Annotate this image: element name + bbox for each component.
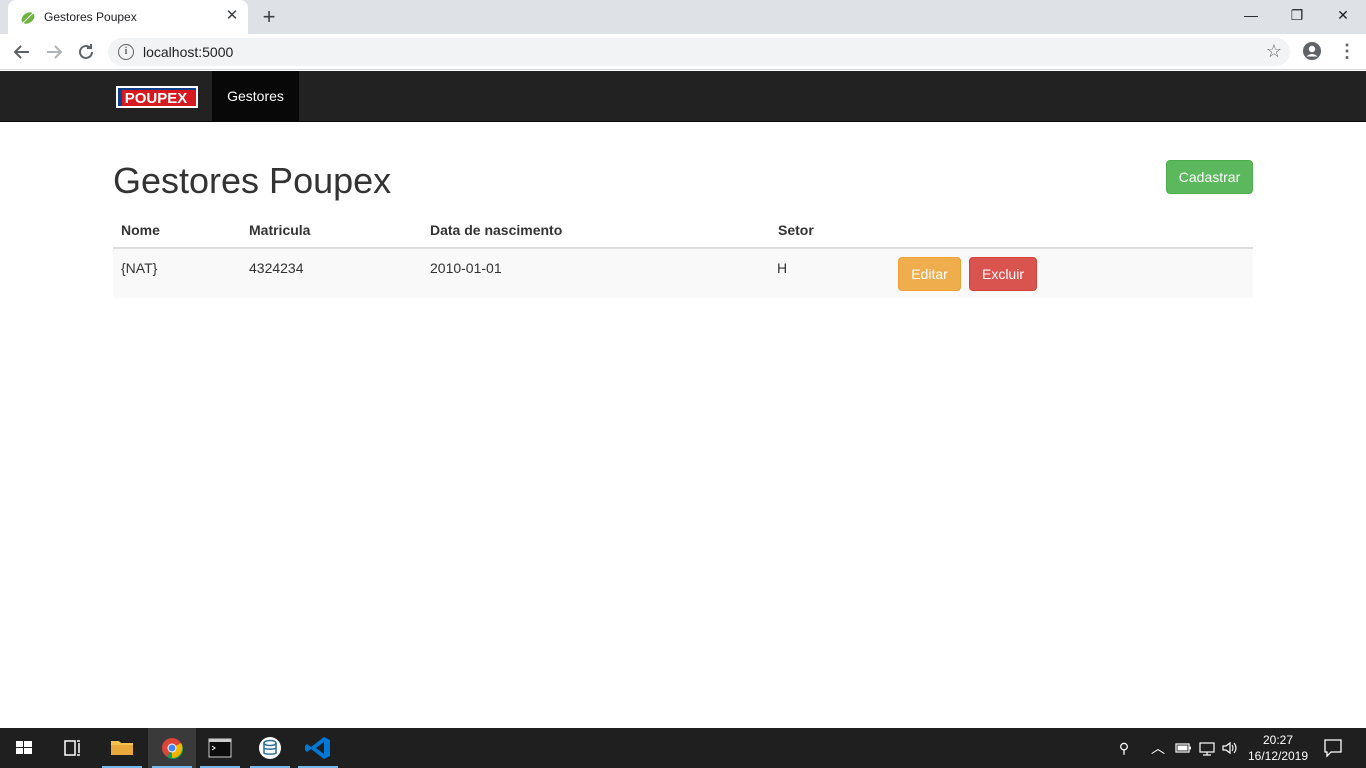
chevron-up-icon[interactable]: ︿ <box>1150 738 1166 758</box>
terminal-icon[interactable] <box>196 728 244 768</box>
header-data-nascimento: Data de nascimento <box>430 222 563 238</box>
close-window-button[interactable]: ✕ <box>1320 0 1366 32</box>
cell-setor: H <box>777 260 788 276</box>
browser-tab-strip: Gestores Poupex ✕ + — ❐ ✕ <box>0 0 1366 34</box>
people-icon[interactable]: ⚲ <box>1112 738 1136 758</box>
windows-start-icon[interactable] <box>0 728 48 768</box>
cell-data-nascimento: 2010-01-01 <box>430 260 502 276</box>
tab-title: Gestores Poupex <box>44 10 137 24</box>
address-bar[interactable]: i localhost:5000 ☆ <box>108 38 1290 66</box>
poupex-logo[interactable]: POUPEX <box>116 86 198 108</box>
back-arrow-icon[interactable] <box>10 40 34 64</box>
cadastrar-button[interactable]: Cadastrar <box>1166 160 1253 194</box>
nav-link-label: Gestores <box>227 88 284 104</box>
notifications-icon[interactable] <box>1322 738 1344 758</box>
header-setor: Setor <box>778 222 814 238</box>
url-text: localhost:5000 <box>143 44 234 60</box>
page-title: Gestores Poupex <box>113 160 392 201</box>
profile-icon[interactable] <box>1302 41 1322 61</box>
new-tab-button[interactable]: + <box>258 6 280 28</box>
clock-time: 20:27 <box>1262 733 1294 747</box>
header-matricula: Matricula <box>249 222 311 238</box>
header-nome: Nome <box>121 222 160 238</box>
task-view-icon[interactable] <box>48 728 96 768</box>
info-icon[interactable]: i <box>118 44 134 60</box>
chrome-icon[interactable] <box>148 728 196 768</box>
clock-date: 16/12/2019 <box>1247 749 1309 763</box>
nav-link-gestores[interactable]: Gestores <box>212 71 299 121</box>
reload-icon[interactable] <box>74 40 98 64</box>
star-icon[interactable]: ☆ <box>1266 41 1282 62</box>
browser-toolbar: i localhost:5000 ☆ ⋮ <box>0 34 1366 70</box>
volume-icon[interactable] <box>1220 738 1238 758</box>
network-icon[interactable] <box>1198 738 1216 758</box>
database-icon[interactable] <box>246 728 294 768</box>
restore-button[interactable]: ❐ <box>1274 0 1320 32</box>
browser-tab[interactable]: Gestores Poupex ✕ <box>8 0 248 34</box>
cell-nome: {NAT} <box>121 260 158 276</box>
tab-close-icon[interactable]: ✕ <box>224 8 240 24</box>
system-clock[interactable]: 20:27 16/12/2019 <box>1246 732 1310 764</box>
vscode-icon[interactable] <box>294 728 342 768</box>
table-header: Nome Matricula Data de nascimento Setor <box>113 212 1253 249</box>
table-row: {NAT} 4324234 2010-01-01 H <box>113 249 1253 298</box>
battery-icon[interactable] <box>1174 738 1192 758</box>
excluir-button[interactable]: Excluir <box>969 257 1037 291</box>
menu-icon[interactable]: ⋮ <box>1338 41 1356 61</box>
spring-leaf-favicon <box>21 12 35 24</box>
site-navbar: POUPEX Gestores <box>0 71 1366 122</box>
minimize-button[interactable]: — <box>1228 0 1274 32</box>
cell-matricula: 4324234 <box>249 260 304 276</box>
svg-text:POUPEX: POUPEX <box>125 90 188 107</box>
file-explorer-icon[interactable] <box>98 728 146 768</box>
forward-arrow-icon[interactable] <box>42 40 66 64</box>
windows-taskbar: ⚲ ︿ 20:27 16/12/2019 <box>0 728 1366 768</box>
editar-button[interactable]: Editar <box>898 257 961 291</box>
